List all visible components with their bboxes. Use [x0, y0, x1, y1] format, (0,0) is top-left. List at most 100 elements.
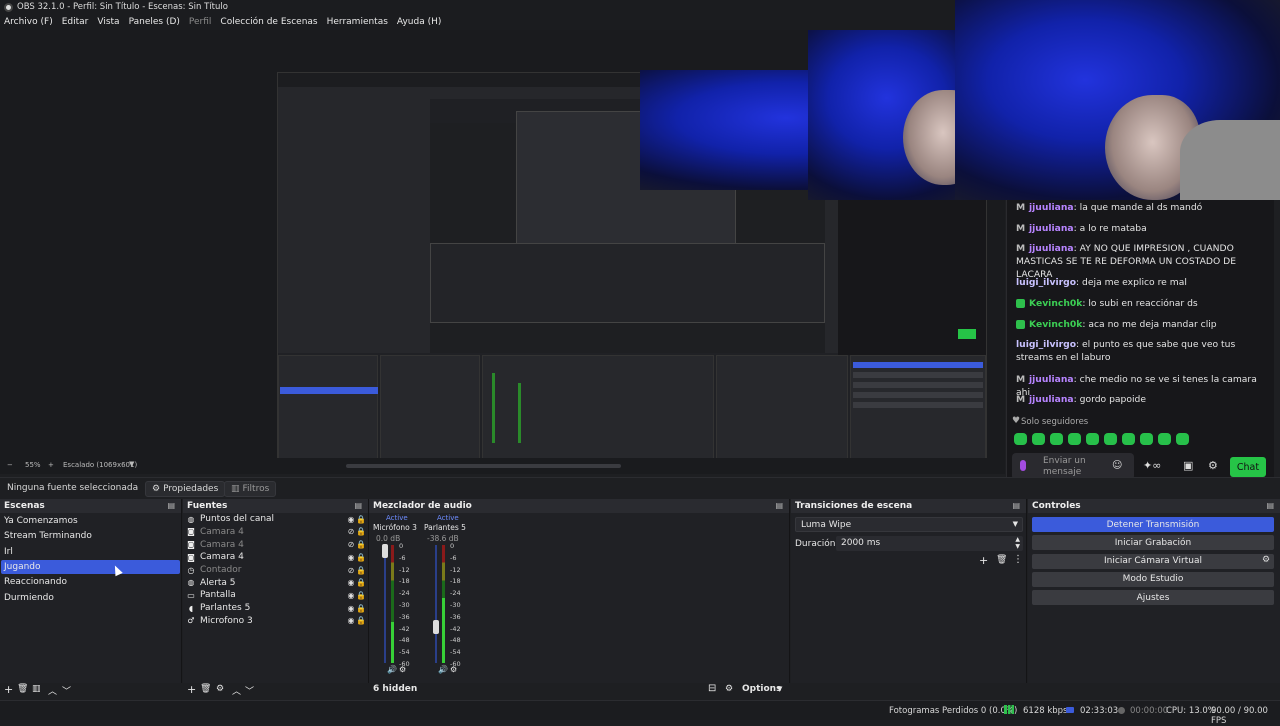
- lock-icon[interactable]: 🔒: [356, 540, 366, 549]
- move-up-icon[interactable]: ︿: [48, 684, 57, 697]
- dock-menu-icon[interactable]: ▤: [354, 501, 362, 510]
- eye-icon[interactable]: ◉: [346, 616, 356, 625]
- stepper-icon[interactable]: ▲ ▼: [1015, 536, 1020, 550]
- dock-menu-icon[interactable]: ▤: [1266, 501, 1274, 510]
- emote-icon[interactable]: [1032, 433, 1045, 445]
- scene-item[interactable]: Irl: [1, 545, 180, 559]
- chat-send-button[interactable]: Chat: [1230, 457, 1266, 477]
- menu-item[interactable]: Archivo (F): [4, 17, 53, 27]
- emote-icon[interactable]: [1050, 433, 1063, 445]
- transition-select[interactable]: Luma Wipe ▼: [795, 517, 1023, 532]
- scene-item[interactable]: Ya Comenzamos: [1, 514, 180, 528]
- preview-scrollbar[interactable]: [346, 464, 621, 468]
- options-button[interactable]: Options: [742, 684, 781, 694]
- emote-row[interactable]: [1014, 433, 1189, 445]
- emote-icon[interactable]: [1158, 433, 1171, 445]
- source-item[interactable]: ▭ Pantalla ◉ 🔒: [186, 589, 366, 602]
- chat-username[interactable]: jjuuliana: [1029, 202, 1074, 213]
- emoji-icon[interactable]: ☺: [1112, 460, 1122, 471]
- emote-icon[interactable]: [1176, 433, 1189, 445]
- scale-dropdown-icon[interactable]: ▼: [129, 460, 134, 468]
- source-item[interactable]: ♂ Microfono 3 ◉ 🔒: [186, 615, 366, 628]
- dock-menu-icon[interactable]: ▤: [167, 501, 175, 510]
- emote-icon[interactable]: [1014, 433, 1027, 445]
- virtual-camera-settings-icon[interactable]: ⚙: [1262, 555, 1270, 565]
- channel-settings-icon[interactable]: ⚙: [399, 665, 406, 674]
- emote-icon[interactable]: [1122, 433, 1135, 445]
- lock-icon[interactable]: 🔒: [356, 527, 366, 536]
- chat-input[interactable]: Enviar un mensaje ☺: [1012, 453, 1134, 480]
- chat-username[interactable]: Kevinch0k: [1029, 319, 1082, 330]
- lock-icon[interactable]: 🔒: [356, 591, 366, 600]
- zoom-in-button[interactable]: +: [48, 461, 54, 469]
- move-up-icon[interactable]: ︿: [232, 684, 241, 697]
- source-item[interactable]: ◍ Alerta 5 ◉ 🔒: [186, 577, 366, 590]
- source-item[interactable]: ◖ Parlantes 5 ◉ 🔒: [186, 602, 366, 615]
- source-item[interactable]: ◷ Contador ⊘ 🔒: [186, 564, 366, 577]
- volume-slider-handle[interactable]: [382, 544, 388, 558]
- remove-transition-icon[interactable]: 🗑: [996, 555, 1007, 565]
- scene-item[interactable]: Reaccionando: [1, 575, 180, 589]
- menu-item[interactable]: Editar: [62, 17, 89, 27]
- chat-username[interactable]: jjuuliana: [1029, 374, 1074, 385]
- menu-item[interactable]: Herramientas: [327, 17, 388, 27]
- menu-item[interactable]: Paneles (D): [129, 17, 180, 27]
- add-scene-icon[interactable]: +: [4, 683, 13, 696]
- menu-item[interactable]: Perfil: [189, 17, 212, 27]
- eye-icon[interactable]: ◉: [346, 553, 356, 562]
- properties-button[interactable]: ⚙ Propiedades: [145, 481, 226, 497]
- eye-off-icon[interactable]: ⊘: [346, 527, 356, 536]
- chat-username[interactable]: luigi_ilvirgo: [1016, 277, 1076, 288]
- chat-username[interactable]: jjuuliana: [1029, 243, 1074, 254]
- gift-icon[interactable]: ▣: [1183, 459, 1193, 472]
- lock-icon[interactable]: 🔒: [356, 604, 366, 613]
- channel-name[interactable]: Micrófono 3: [373, 523, 417, 532]
- dock-menu-icon[interactable]: ▤: [775, 501, 783, 510]
- control-button[interactable]: Detener Transmisión: [1032, 517, 1274, 532]
- eye-icon[interactable]: ◉: [346, 604, 356, 613]
- add-source-icon[interactable]: +: [187, 683, 196, 696]
- source-item[interactable]: ◙ Camara 4 ⊘ 🔒: [186, 526, 366, 539]
- eye-off-icon[interactable]: ⊘: [346, 540, 356, 549]
- move-down-icon[interactable]: ﹀: [62, 684, 71, 697]
- control-button[interactable]: Ajustes: [1032, 590, 1274, 606]
- emote-icon[interactable]: [1140, 433, 1153, 445]
- lock-icon[interactable]: 🔒: [356, 616, 366, 625]
- emote-icon[interactable]: [1068, 433, 1081, 445]
- mic-icon[interactable]: [1020, 460, 1026, 471]
- lock-icon[interactable]: 🔒: [356, 578, 366, 587]
- filters-button[interactable]: ▥ Filtros: [224, 481, 277, 497]
- mixer-settings-icon[interactable]: ⚙: [725, 684, 733, 694]
- chat-username[interactable]: luigi_ilvirgo: [1016, 339, 1076, 350]
- chat-settings-icon[interactable]: ⚙: [1208, 459, 1218, 472]
- layout-icon[interactable]: ⊟: [708, 683, 716, 694]
- menu-item[interactable]: Vista: [97, 17, 119, 27]
- add-transition-icon[interactable]: +: [979, 554, 988, 567]
- scene-item[interactable]: Durmiendo: [1, 591, 180, 605]
- eye-icon[interactable]: ◉: [346, 591, 356, 600]
- scene-item[interactable]: Jugando: [1, 559, 180, 574]
- menu-item[interactable]: Colección de Escenas: [220, 17, 317, 27]
- menu-item[interactable]: Ayuda (H): [397, 17, 441, 27]
- source-item[interactable]: ◍ Puntos del canal ◉ 🔒: [186, 513, 366, 526]
- dock-menu-icon[interactable]: ▤: [1012, 501, 1020, 510]
- speaker-icon[interactable]: 🔊: [387, 665, 397, 674]
- lock-icon[interactable]: 🔒: [356, 566, 366, 575]
- speaker-icon[interactable]: 🔊: [438, 665, 448, 674]
- lock-icon[interactable]: 🔒: [356, 553, 366, 562]
- lock-icon[interactable]: 🔒: [356, 515, 366, 524]
- volume-slider-handle[interactable]: [433, 620, 439, 634]
- transition-menu-icon[interactable]: ⋮: [1013, 554, 1023, 565]
- source-settings-icon[interactable]: ⚙: [216, 684, 224, 694]
- channel-settings-icon[interactable]: ⚙: [450, 665, 457, 674]
- bits-icon[interactable]: ✦∞: [1143, 459, 1161, 472]
- preview-canvas[interactable]: [0, 30, 1005, 462]
- control-button[interactable]: Iniciar Cámara Virtual: [1032, 553, 1274, 569]
- zoom-out-button[interactable]: −: [7, 461, 13, 469]
- control-button[interactable]: Modo Estudio: [1032, 571, 1274, 587]
- chat-username[interactable]: jjuuliana: [1029, 223, 1074, 234]
- eye-icon[interactable]: ◉: [346, 515, 356, 524]
- scene-filter-icon[interactable]: ▥: [32, 684, 41, 694]
- control-button[interactable]: Iniciar Grabación: [1032, 535, 1274, 551]
- channel-name[interactable]: Parlantes 5: [424, 523, 466, 532]
